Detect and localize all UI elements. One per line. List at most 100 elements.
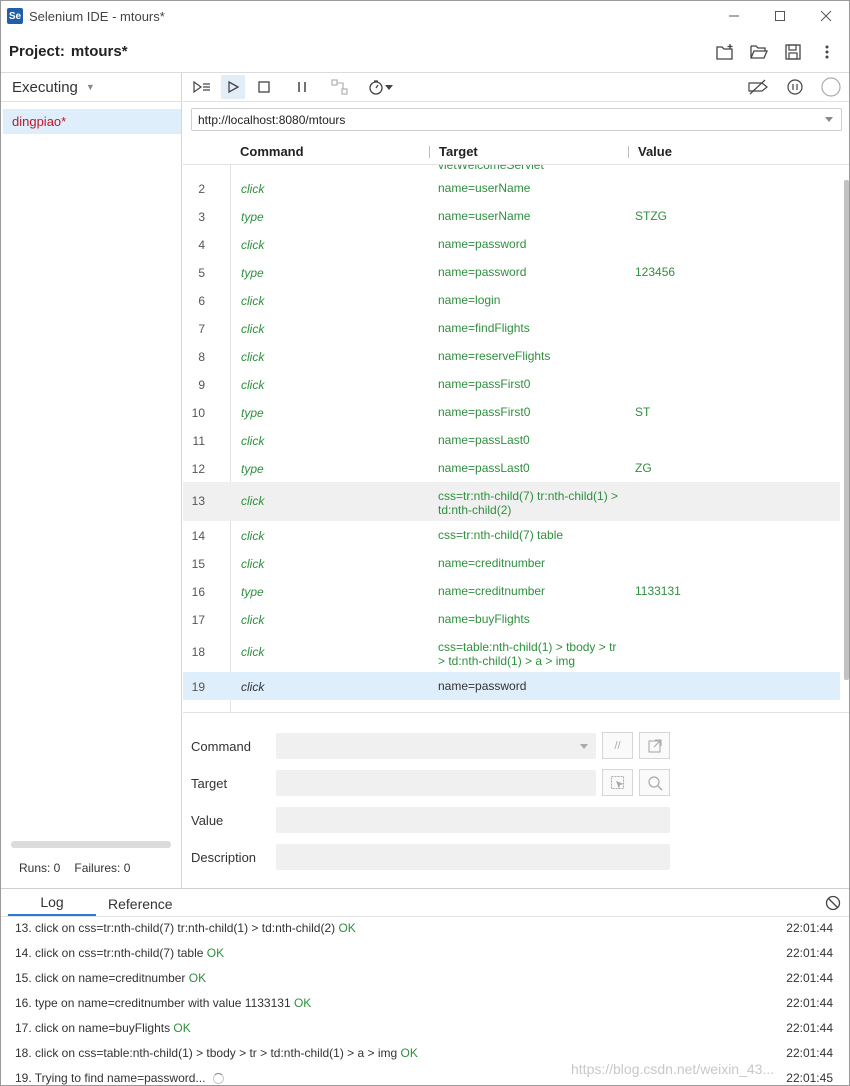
row-number: 6 [198,294,205,308]
table-row[interactable]: 8 click name=reserveFlights [183,342,840,370]
row-command: type [241,585,264,599]
new-suite-button[interactable] [711,39,739,65]
clear-log-button[interactable] [825,895,841,914]
table-row[interactable]: 13 click css=tr:nth-child(7) tr:nth-child(… [183,482,840,521]
row-command: click [241,294,265,308]
more-options-button[interactable] [813,39,841,65]
log-entry-text: 15. click on name=creditnumber [15,971,189,985]
clear-icon [825,895,841,911]
row-command: click [241,557,265,571]
log-entry-text: 13. click on css=tr:nth-child(7) tr:nth-… [15,921,339,935]
save-icon [785,44,801,60]
table-row[interactable]: 15 click name=creditnumber [183,549,840,577]
sidebar-scrollbar[interactable] [11,841,171,848]
open-reference-button[interactable] [639,732,670,759]
log-entry: 18. click on css=table:nth-child(1) > tb… [15,1046,835,1060]
minimize-button[interactable] [711,1,757,31]
table-row[interactable]: 11 click name=passLast0 [183,426,840,454]
log-entry-time: 22:01:44 [786,1046,833,1060]
pause-on-exception-icon [787,79,803,95]
save-project-button[interactable] [779,39,807,65]
failures-count: Failures: 0 [74,861,131,875]
log-entry-status: OK [206,946,225,960]
table-row[interactable]: 10 type name=passFirst0 ST [183,398,840,426]
row-number: 5 [198,266,205,280]
log-entry-time: 22:01:44 [786,971,833,985]
row-target: name=creditnumber [438,556,546,570]
command-input[interactable] [276,733,596,759]
table-row[interactable]: 19 click name=password [183,672,840,700]
description-input[interactable] [276,844,670,870]
project-name[interactable]: mtours* [71,43,128,60]
test-item-dingpiao[interactable]: dingpiao* [3,109,181,134]
table-row[interactable]: 17 click name=buyFlights [183,605,840,633]
log-entry-status: OK [293,996,312,1010]
step-button[interactable] [321,75,359,99]
table-row[interactable]: 6 click name=login [183,286,840,314]
log-entry-status: OK [173,1021,191,1035]
playback-toolbar [183,73,849,102]
row-command: click [241,378,265,392]
disable-breakpoints-icon [748,79,768,95]
disable-breakpoints-button[interactable] [739,75,777,99]
row-target: name=passLast0 [438,461,530,475]
table-row[interactable]: 2 click name=userName [183,174,840,202]
row-target: name=password [438,265,527,279]
more-icon [825,45,829,59]
column-target: Target [439,144,478,159]
log-entry: 17. click on name=buyFlights OK 22:01:44 [15,1021,835,1035]
step-icon [331,79,348,95]
table-row[interactable]: 5 type name=password 123456 [183,258,840,286]
target-input[interactable] [276,770,596,796]
row-command: click [241,529,265,543]
row-target: name=password [438,237,527,251]
pause-on-exception-button[interactable] [777,75,813,99]
record-button[interactable] [813,75,849,99]
open-project-icon [750,45,768,59]
log-entry: 14. click on css=tr:nth-child(7) table O… [15,946,835,960]
row-number: 4 [198,238,205,252]
row-target: name=buyFlights [438,612,530,626]
row-number: 8 [198,350,205,364]
row-command: click [241,350,265,364]
dropdown-arrow-icon [580,744,588,749]
row-command: click [241,680,265,694]
table-row-partial[interactable]: vletWelcomeServlet [183,165,840,174]
open-project-button[interactable] [745,39,773,65]
table-row[interactable]: 16 type name=creditnumber 1133131 [183,577,840,605]
row-target: name=reserveFlights [438,349,551,363]
log-entry-time: 22:01:44 [786,1021,833,1035]
run-all-button[interactable] [183,75,221,99]
comment-button[interactable]: // [602,732,633,759]
run-current-button[interactable] [221,75,245,99]
table-row[interactable]: 18 click css=table:nth-child(1) > tbody > … [183,633,840,672]
maximize-button[interactable] [757,1,803,31]
base-url-select[interactable]: http://localhost:8080/mtours [191,108,842,131]
log-entry-text: 18. click on css=table:nth-child(1) > tb… [15,1046,401,1060]
command-grid: vletWelcomeServlet 2 click name=userName 3 t… [183,165,840,712]
log-entry: 13. click on css=tr:nth-child(7) tr:nth-… [15,921,835,935]
log-entry-time: 22:01:44 [786,996,833,1010]
row-target: name=userName [438,209,531,223]
table-row[interactable]: 7 click name=findFlights [183,314,840,342]
table-row[interactable]: 14 click css=tr:nth-child(7) table [183,521,840,549]
executing-dropdown[interactable]: Executing ▼ [1,73,181,102]
table-row[interactable]: 9 click name=passFirst0 [183,370,840,398]
speed-button[interactable] [359,75,403,99]
stop-button[interactable] [245,75,283,99]
grid-scrollbar[interactable] [844,180,849,680]
find-target-button[interactable] [639,769,670,796]
value-input[interactable] [276,807,670,833]
close-button[interactable] [803,1,849,31]
row-command: click [241,645,265,659]
tab-reference[interactable]: Reference [108,896,173,916]
select-target-button[interactable] [602,769,633,796]
table-row[interactable]: 4 click name=password [183,230,840,258]
row-number: 9 [198,378,205,392]
tab-log[interactable]: Log [8,894,96,916]
table-row[interactable]: 3 type name=userName STZG [183,202,840,230]
pause-button[interactable] [283,75,321,99]
executing-label: Executing [12,78,78,96]
log-entry-text: 14. click on css=tr:nth-child(7) table [15,946,207,960]
table-row[interactable]: 12 type name=passLast0 ZG [183,454,840,482]
